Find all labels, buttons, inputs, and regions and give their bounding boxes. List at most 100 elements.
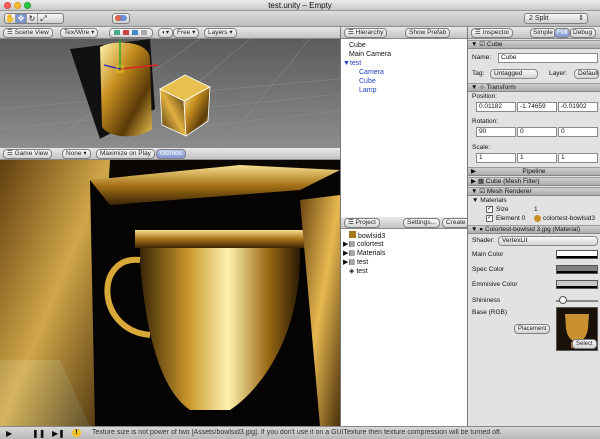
disclosure-closed-icon[interactable]: ▶ [471, 168, 476, 176]
emissive-color-swatch[interactable] [556, 280, 598, 289]
mode-label: Full [557, 29, 568, 36]
checkbox-on-icon[interactable]: ☑ [479, 188, 485, 195]
position-y-field[interactable]: -1.74659 [517, 102, 557, 112]
shininess-slider-knob[interactable] [559, 296, 567, 304]
layers-dropdown[interactable]: Layers ▾ [204, 28, 237, 38]
play-icon[interactable]: ▶ [6, 429, 12, 438]
project-item[interactable]: ▶▤ test [343, 258, 368, 267]
free-dropdown[interactable]: Free ▾ [173, 28, 200, 38]
project-tab-label: Project [355, 219, 376, 226]
hierarchy-item[interactable]: Cube [359, 77, 376, 86]
object-header-label: Cube [486, 41, 503, 48]
scene-camera-dropdown[interactable]: ◐▾ [158, 28, 174, 38]
shader-dropdown[interactable]: VertexLit [498, 236, 598, 246]
scene-view-bar: ☰ Scene View Tex/Wire ▾ ◐▾ Free ▾ Layers… [0, 27, 340, 39]
mesh-icon: ▦ [477, 178, 484, 185]
play-mode-toggle[interactable] [112, 13, 130, 24]
position-z-field[interactable]: -0.01902 [558, 102, 598, 112]
layer-dropdown[interactable]: Default [574, 69, 599, 79]
hierarchy-tab[interactable]: ☰ Hierarchy [344, 28, 388, 38]
mesh-filter-header[interactable]: ▶ ▦ Cube (Mesh Filter) [468, 177, 600, 186]
settings-label: Settings... [407, 219, 436, 226]
tag-dropdown[interactable]: Untagged [490, 69, 538, 79]
object-header[interactable]: ▼ ☑ Cube [468, 40, 600, 49]
select-label: Select [576, 341, 593, 347]
hierarchy-item[interactable]: Lamp [359, 86, 377, 95]
project-tab[interactable]: ☰ Project [344, 218, 380, 228]
placement-button[interactable]: Placement [514, 324, 551, 334]
gizmos-button[interactable]: Gizmos [156, 149, 187, 159]
mode-debug-button[interactable]: Debug [570, 28, 596, 38]
transform-header[interactable]: ▼ ⊹ Transform [468, 83, 600, 92]
project-tree: bowlsid3 ▶▤ colortest ▶▤ Materials ▶▤ te… [341, 229, 468, 426]
scale-z-field[interactable]: 1 [558, 153, 598, 163]
project-item[interactable]: ▶▤ colortest [343, 240, 383, 249]
placement-label: Placement [518, 326, 547, 332]
maximize-label: Maximize on Play [100, 150, 151, 157]
hierarchy-item[interactable]: Camera [359, 68, 384, 77]
layout-dropdown[interactable]: 2 Split ⇕ [524, 13, 588, 24]
scene-viewport[interactable] [0, 39, 340, 148]
select-texture-button[interactable]: Select [572, 339, 597, 349]
scale-x-field[interactable]: 1 [476, 153, 516, 163]
disclosure-open-icon[interactable]: ▼ [343, 60, 350, 67]
scene-gizmo-toggles[interactable] [109, 28, 153, 38]
position-x-field[interactable]: 0.01182 [476, 102, 516, 112]
step-icon[interactable]: ▶❚ [52, 429, 65, 438]
scene-view-tab-label: Scene View [14, 29, 49, 36]
create-button[interactable]: Create [442, 218, 470, 228]
status-message[interactable]: Texture size is not power of two [Assets… [92, 429, 598, 436]
mode-full-button[interactable]: Full [554, 28, 571, 38]
materials-row[interactable]: ▼ Materials [472, 197, 507, 205]
game-view-tab[interactable]: ☰ Game View [3, 149, 53, 159]
shading-dropdown[interactable]: Tex/Wire ▾ [60, 28, 99, 38]
rotation-z-field[interactable]: 0 [558, 127, 598, 137]
main-color-swatch[interactable] [556, 250, 598, 259]
scale-z-value: 1 [561, 154, 565, 161]
element-checkbox[interactable]: ✓ [486, 215, 493, 222]
name-field[interactable]: Cube [498, 53, 598, 63]
rotation-x-field[interactable]: 90 [476, 127, 516, 137]
free-label: Free [177, 29, 191, 36]
mesh-renderer-header[interactable]: ▼ ☑ Mesh Renderer [468, 187, 600, 196]
hierarchy-item[interactable]: Main Camera [349, 50, 391, 59]
move-tool-icon[interactable]: ✥ [16, 14, 27, 23]
element-value[interactable]: colortest-bowlsid3 [543, 215, 599, 223]
scale-y-field[interactable]: 1 [517, 153, 557, 163]
project-item[interactable]: ▶▤ Materials [343, 249, 385, 258]
hierarchy-item[interactable]: ▼test [343, 59, 361, 68]
hand-tool-icon[interactable]: ✋ [5, 14, 16, 23]
pause-icon[interactable]: ❚❚ [32, 429, 45, 438]
minimize-window-icon[interactable] [14, 2, 21, 9]
rotation-y-field[interactable]: 0 [517, 127, 557, 137]
main-color-label: Main Color [472, 251, 504, 258]
close-window-icon[interactable] [4, 2, 11, 9]
hierarchy-item-label: Cube [349, 42, 366, 49]
inspector-bar: ☰ Inspector Simple Full Debug [468, 27, 600, 39]
project-item[interactable]: ◈ test [349, 267, 368, 276]
base-texture-thumbnail[interactable]: Select [556, 307, 598, 351]
maximize-on-play-button[interactable]: Maximize on Play [96, 149, 155, 159]
rotate-tool-icon[interactable]: ↻ [27, 14, 38, 23]
aspect-dropdown[interactable]: None ▾ [62, 149, 91, 159]
inspector-tab[interactable]: ☰ Inspector [471, 28, 514, 38]
scene-view-tab[interactable]: ☰ Scene View [3, 28, 53, 38]
checkbox-on-icon[interactable]: ☑ [479, 41, 485, 48]
scale-tool-icon[interactable]: ⤢ [38, 14, 49, 23]
position-x-value: 0.01182 [479, 103, 503, 110]
pipeline-header[interactable]: ▶ Pipeline [468, 167, 600, 176]
settings-button[interactable]: Settings... [403, 218, 440, 228]
hierarchy-item[interactable]: Cube [349, 41, 366, 50]
mode-simple-button[interactable]: Simple [530, 28, 556, 38]
game-viewport[interactable] [0, 160, 340, 426]
material-header[interactable]: ▼ ● Colortest-bowlsid 3.jpg (Material) [468, 225, 600, 234]
warning-icon: ! [72, 429, 81, 437]
size-value[interactable]: 1 [534, 206, 538, 214]
hierarchy-bar: ☰ Hierarchy Show Prefab [341, 27, 468, 39]
element-label: Element 0 [496, 215, 526, 222]
zoom-window-icon[interactable] [24, 2, 31, 9]
show-prefab-button[interactable]: Show Prefab [405, 28, 451, 38]
mesh-renderer-label: Mesh Renderer [486, 188, 532, 195]
size-checkbox[interactable]: ✓ [486, 206, 493, 213]
spec-color-swatch[interactable] [556, 265, 598, 274]
